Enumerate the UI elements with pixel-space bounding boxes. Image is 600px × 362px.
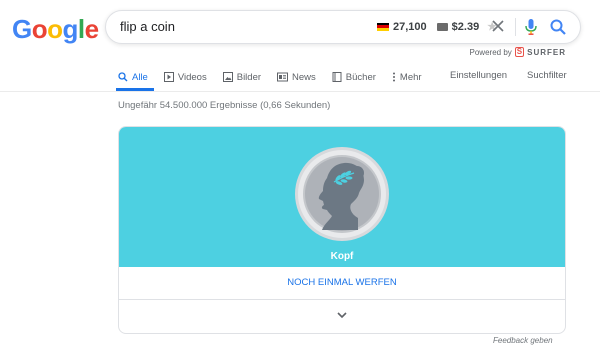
coin-icon[interactable] — [294, 146, 390, 242]
surfer-brand: SURFER — [527, 47, 566, 57]
flip-again-button[interactable]: NOCH EINMAL WERFEN — [119, 267, 565, 300]
chevron-down-icon[interactable] — [335, 310, 349, 320]
logo-letter: l — [77, 14, 85, 44]
image-icon — [222, 72, 233, 82]
logo-letter: e — [84, 14, 99, 44]
powered-by-surfer[interactable]: Powered by S SURFER — [470, 47, 566, 57]
search-box[interactable]: flip a coin 27,100 $2.39 ★ — [105, 10, 581, 44]
tab-label: News — [292, 71, 316, 83]
search-filter-link[interactable]: Suchfilter — [527, 70, 567, 81]
surfer-logo-icon: S — [514, 47, 525, 57]
tab-buecher[interactable]: Bücher — [332, 70, 376, 84]
search-volume: 27,100 — [393, 20, 427, 33]
settings-link[interactable]: Einstellungen — [450, 70, 507, 81]
logo-letter: o — [31, 14, 48, 44]
german-flag-icon — [377, 22, 389, 31]
coin-flip-card: Kopf NOCH EINMAL WERFEN — [118, 126, 566, 334]
logo-letter: G — [12, 14, 32, 44]
more-vert-icon — [392, 72, 395, 82]
tab-mehr[interactable]: Mehr — [392, 70, 422, 84]
search-tabs: Alle Videos Bilder News Bücher Mehr — [118, 70, 438, 84]
search-input[interactable]: flip a coin — [120, 19, 175, 34]
tab-label: Bücher — [345, 71, 376, 83]
coin-result: Kopf — [330, 251, 354, 262]
tab-label: Bilder — [236, 71, 262, 83]
microphone-icon[interactable] — [524, 18, 538, 36]
search-icon[interactable] — [549, 18, 567, 36]
tab-videos[interactable]: Videos — [163, 70, 207, 84]
tab-news[interactable]: News — [277, 70, 316, 84]
search-icon — [118, 72, 128, 82]
tab-label: Videos — [177, 71, 207, 83]
money-icon — [436, 22, 448, 31]
play-icon — [163, 72, 174, 82]
tab-label: Alle — [132, 71, 148, 83]
cpc-value: $2.39 — [451, 20, 480, 33]
coin-area: Kopf — [119, 127, 565, 267]
powered-by-label: Powered by — [469, 47, 512, 57]
search-tools: Einstellungen Suchfilter — [450, 70, 567, 81]
tab-label: Mehr — [399, 71, 422, 83]
feedback-link[interactable]: Feedback geben — [493, 336, 553, 345]
keyword-stats: 27,100 $2.39 ★ — [377, 20, 497, 33]
divider — [515, 18, 516, 36]
book-icon — [332, 72, 342, 82]
header-divider — [0, 91, 600, 92]
tab-alle[interactable]: Alle — [118, 70, 148, 84]
google-logo[interactable]: Google — [12, 14, 99, 45]
logo-letter: g — [62, 14, 79, 44]
results-stats: Ungefähr 54.500.000 Ergebnisse (0,66 Sek… — [118, 100, 331, 111]
tab-bilder[interactable]: Bilder — [222, 70, 262, 84]
news-icon — [277, 72, 289, 82]
logo-letter: o — [47, 14, 63, 44]
close-icon[interactable] — [490, 17, 506, 35]
